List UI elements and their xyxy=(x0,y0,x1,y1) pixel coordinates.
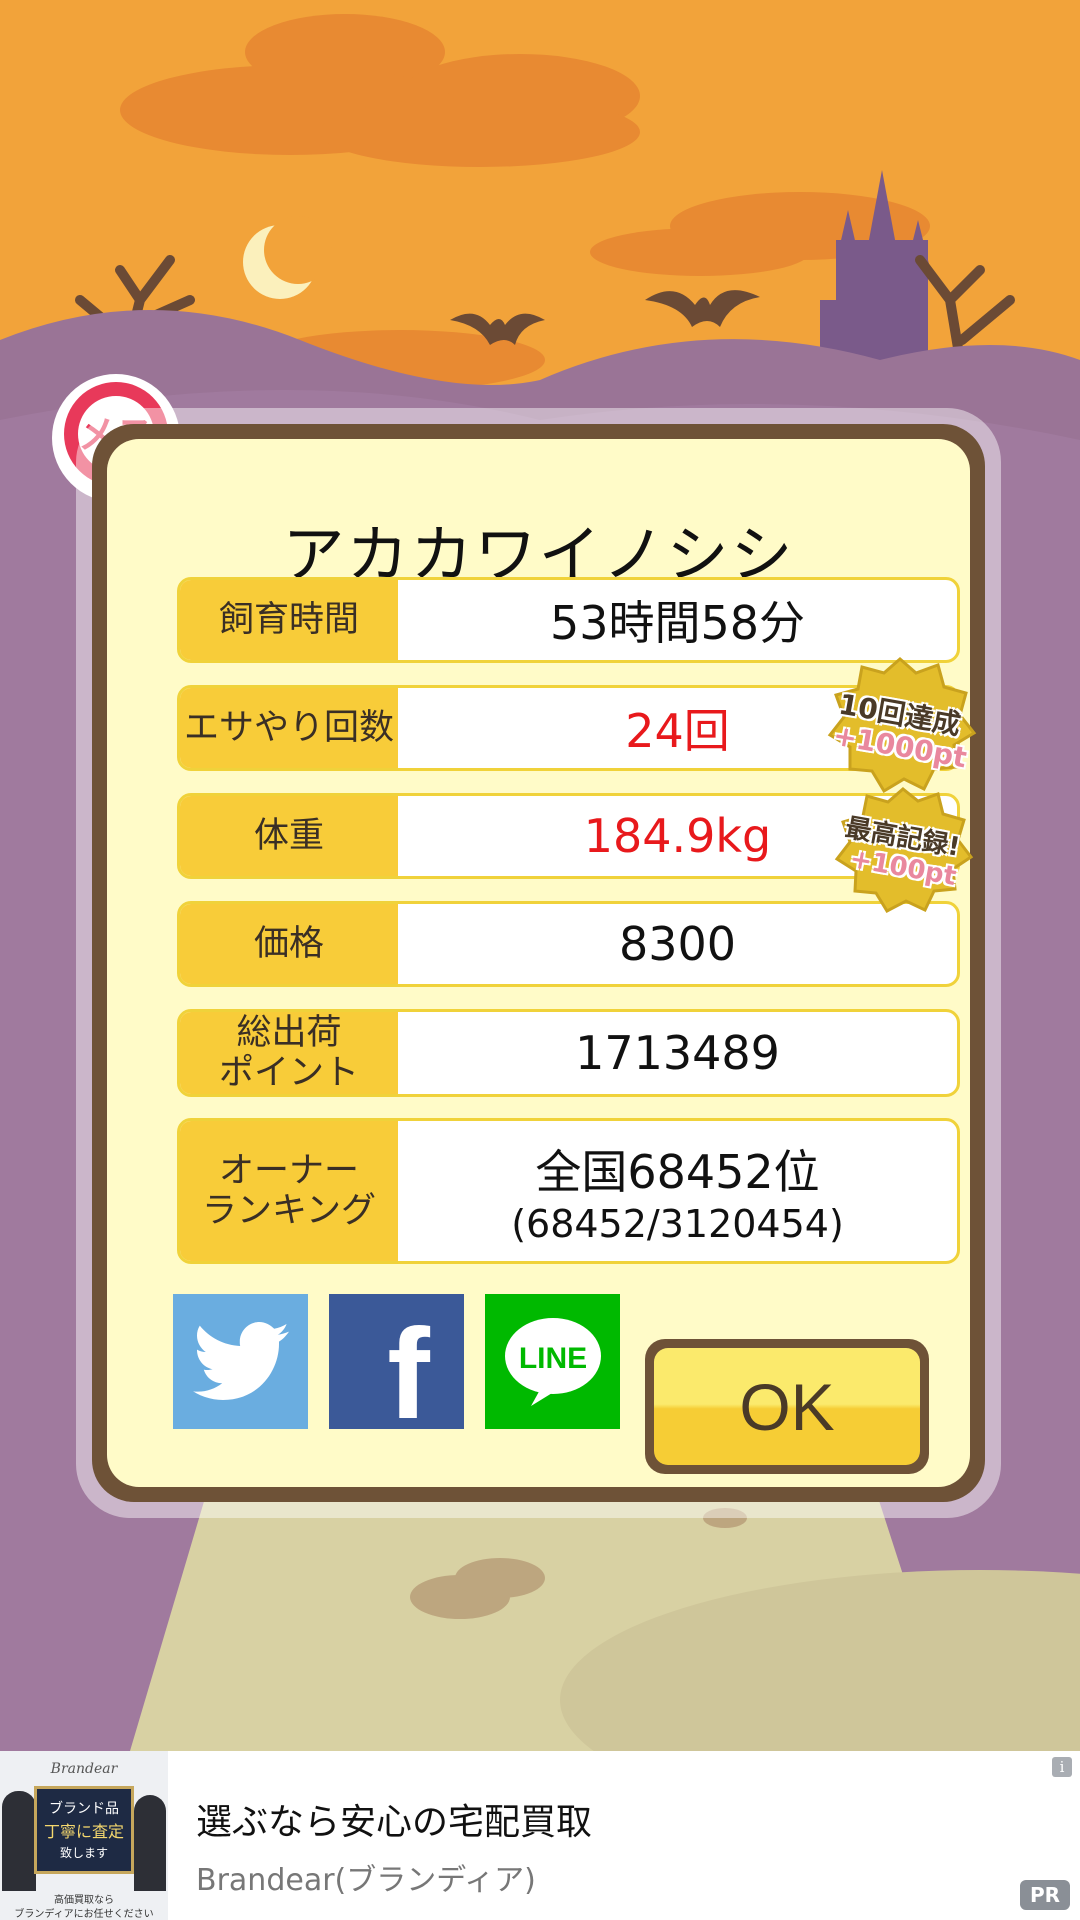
ad-image-line1: ブランド品 xyxy=(49,1801,119,1817)
line-label: LINE xyxy=(518,1342,586,1375)
ranking-detail: (68452/3120454) xyxy=(511,1202,844,1246)
result-card: アカカワイノシシ 飼育時間 53時間58分 エサやり回数 24回 体重 184.… xyxy=(76,408,1001,1518)
stat-label: 飼育時間 xyxy=(180,580,398,660)
stat-row-points: 総出荷 ポイント 1713489 xyxy=(177,1009,960,1097)
stat-row-time: 飼育時間 53時間58分 xyxy=(177,577,960,663)
stat-value: 53時間58分 xyxy=(549,596,806,650)
ad-image-brand: Brandear xyxy=(50,1761,118,1777)
achievement-badge-weight: 最高記録! +100pt xyxy=(828,785,978,915)
stat-value: 8300 xyxy=(618,917,737,971)
stat-label: 価格 xyxy=(180,904,398,984)
card-body: アカカワイノシシ 飼育時間 53時間58分 エサやり回数 24回 体重 184.… xyxy=(107,439,970,1487)
ad-advertiser: Brandear(ブランディア) xyxy=(196,1863,536,1898)
ad-info-icon[interactable]: i xyxy=(1052,1757,1072,1777)
line-share-button[interactable]: LINE xyxy=(485,1294,620,1429)
ranking-label: オーナー ランキング xyxy=(180,1121,398,1261)
ok-label: OK xyxy=(654,1348,920,1465)
ad-image-board: ブランド品 丁寧に査定 致します xyxy=(34,1786,134,1874)
twitter-bird-icon xyxy=(192,1321,289,1400)
ad-image[interactable]: Brandear ブランド品 丁寧に査定 致します 高価買取なら ブランディアに… xyxy=(0,1751,168,1920)
facebook-icon: f xyxy=(387,1303,430,1446)
stat-value: 1713489 xyxy=(575,1026,780,1080)
stat-label: 体重 xyxy=(180,796,398,876)
ad-image-line2: 丁寧に査定 xyxy=(43,1822,124,1841)
ad-image-bottom2: ブランディアにお任せください xyxy=(14,1909,154,1920)
ad-image-person-left xyxy=(2,1791,36,1891)
stat-label: 総出荷 ポイント xyxy=(180,1012,398,1094)
line-icon: LINE xyxy=(504,1317,601,1406)
ad-title[interactable]: 選ぶなら安心の宅配買取 xyxy=(196,1793,592,1845)
ad-image-line3: 致します xyxy=(59,1846,108,1860)
ad-image-person-right xyxy=(134,1795,166,1891)
facebook-share-button[interactable]: f xyxy=(329,1294,464,1439)
achievement-badge-feed: 10回達成 +1000pt xyxy=(820,655,980,795)
twitter-share-button[interactable] xyxy=(173,1294,308,1429)
ranking-value-block: 全国68452位 (68452/3120454) xyxy=(398,1121,957,1261)
ranking-value: 全国68452位 xyxy=(535,1145,820,1199)
ok-button[interactable]: OK xyxy=(645,1339,929,1474)
ad-image-bottom1: 高価買取なら xyxy=(54,1895,114,1906)
stat-row-ranking: オーナー ランキング 全国68452位 (68452/3120454) xyxy=(177,1118,960,1264)
stat-label: エサやり回数 xyxy=(180,688,398,768)
ad-banner[interactable]: Brandear ブランド品 丁寧に査定 致します 高価買取なら ブランディアに… xyxy=(0,1751,1080,1920)
ad-pr-badge: PR xyxy=(1020,1880,1070,1910)
